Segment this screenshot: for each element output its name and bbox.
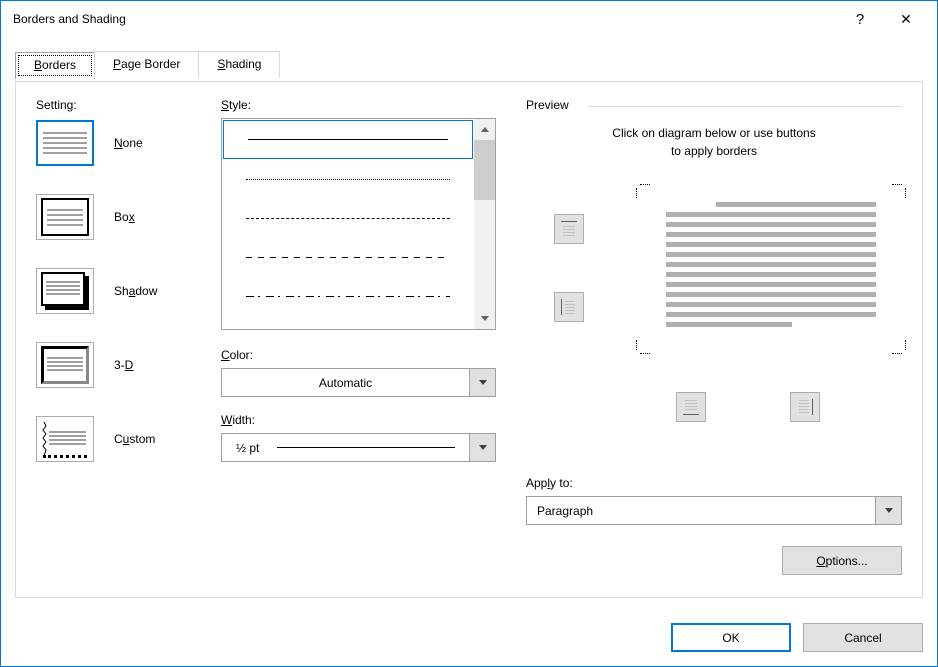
- color-dropdown[interactable]: Automatic: [221, 368, 496, 397]
- style-item-solid[interactable]: [223, 120, 473, 159]
- apply-to-section: Apply to: Paragraph: [526, 476, 902, 525]
- setting-custom[interactable]: Custom: [36, 416, 211, 462]
- style-label: Style:: [221, 98, 496, 112]
- setting-label: Setting:: [36, 98, 211, 112]
- close-button[interactable]: ✕: [883, 3, 929, 35]
- border-right-button[interactable]: [790, 392, 820, 422]
- style-listbox[interactable]: [221, 118, 496, 330]
- border-top-button[interactable]: [554, 214, 584, 244]
- footer-buttons: OK Cancel: [671, 623, 923, 652]
- chevron-down-icon: [875, 497, 901, 524]
- color-label: Color:: [221, 348, 496, 362]
- dialog-title: Borders and Shading: [13, 12, 126, 26]
- apply-to-label: Apply to:: [526, 476, 902, 490]
- apply-to-value: Paragraph: [527, 504, 875, 518]
- tab-body: Setting: None Box: [15, 81, 923, 598]
- setting-shadow[interactable]: Shadow: [36, 268, 211, 314]
- setting-box-icon: [36, 194, 94, 240]
- setting-box[interactable]: Box: [36, 194, 211, 240]
- width-sample-line: [277, 447, 455, 448]
- setting-3d[interactable]: 3-D: [36, 342, 211, 388]
- style-column: Style:: [221, 98, 496, 581]
- style-item-dashed[interactable]: [222, 238, 474, 277]
- border-bottom-button[interactable]: [676, 392, 706, 422]
- preview-column: Preview Click on diagram below or use bu…: [526, 98, 902, 581]
- setting-none-icon: [36, 120, 94, 166]
- preview-area: [526, 184, 902, 384]
- setting-custom-icon: [36, 416, 94, 462]
- setting-shadow-icon: [36, 268, 94, 314]
- preview-label: Preview: [526, 98, 577, 112]
- tab-borders[interactable]: Borders: [15, 52, 95, 79]
- preview-diagram[interactable]: [636, 184, 906, 354]
- width-label: Width:: [221, 413, 496, 427]
- preview-hint: Click on diagram below or use buttonsto …: [526, 124, 902, 160]
- tab-page-border[interactable]: Page Border: [94, 51, 199, 78]
- chevron-down-icon: [469, 369, 495, 396]
- help-button[interactable]: ?: [837, 3, 883, 35]
- titlebar: Borders and Shading ? ✕: [1, 1, 937, 37]
- dialog-window: Borders and Shading ? ✕ Borders Page Bor…: [0, 0, 938, 667]
- scroll-up-icon[interactable]: [474, 119, 495, 140]
- chevron-down-icon: [469, 434, 495, 461]
- style-item-dash-dot[interactable]: [222, 277, 474, 316]
- border-left-button[interactable]: [554, 292, 584, 322]
- titlebar-actions: ? ✕: [837, 3, 929, 35]
- style-item-dashed-wide[interactable]: [222, 199, 474, 238]
- setting-3d-icon: [36, 342, 94, 388]
- setting-column: Setting: None Box: [36, 98, 211, 581]
- options-button[interactable]: Options...: [782, 546, 902, 575]
- setting-none[interactable]: None: [36, 120, 211, 166]
- style-scrollbar[interactable]: [474, 119, 495, 329]
- scroll-down-icon[interactable]: [474, 308, 495, 329]
- tab-shading[interactable]: Shading: [198, 51, 280, 78]
- tab-strip: Borders Page Border Shading: [15, 51, 923, 78]
- style-item-dotted[interactable]: [222, 160, 474, 199]
- dialog-content: Borders Page Border Shading Setting: Non…: [15, 51, 923, 652]
- width-value: ½ pt: [236, 441, 259, 455]
- apply-to-dropdown[interactable]: Paragraph: [526, 496, 902, 525]
- ok-button[interactable]: OK: [671, 623, 791, 652]
- width-dropdown[interactable]: ½ pt: [221, 433, 496, 462]
- color-value: Automatic: [222, 376, 469, 390]
- cancel-button[interactable]: Cancel: [803, 623, 923, 652]
- scroll-thumb[interactable]: [474, 140, 495, 200]
